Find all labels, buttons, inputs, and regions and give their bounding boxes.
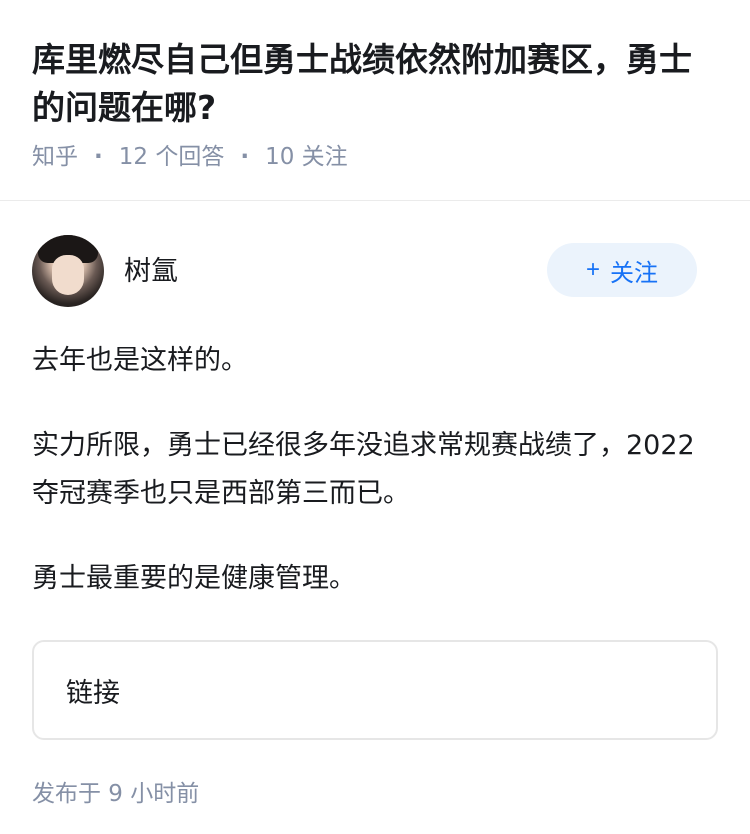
published-time: 发布于 9 小时前 [32, 781, 200, 807]
follow-label: 关注 [610, 259, 658, 287]
answers-count[interactable]: 12 个回答 [119, 141, 225, 173]
avatar-face [52, 255, 84, 295]
answer-paragraph: 勇士最重要的是健康管理。 [32, 563, 356, 594]
question-header: 库里燃尽自己但勇士战绩依然附加赛区，勇士的问题在哪? 知乎 · 12 个回答 ·… [0, 0, 750, 173]
followers-count: 10 关注 [265, 144, 348, 170]
avatar[interactable] [32, 235, 104, 307]
question-title[interactable]: 库里燃尽自己但勇士战绩依然附加赛区，勇士的问题在哪? [32, 36, 718, 132]
author-row: 树氲 + 关注 [0, 201, 750, 307]
author-name[interactable]: 树氲 [124, 249, 178, 288]
follow-button[interactable]: + 关注 [547, 243, 697, 297]
meta-separator: · [94, 144, 103, 170]
answer-paragraph: 去年也是这样的。 [32, 345, 248, 376]
meta-separator: · [240, 144, 250, 170]
question-source[interactable]: 知乎 [32, 141, 78, 173]
question-meta: 知乎 · 12 个回答 · 10 关注 [32, 141, 718, 173]
answer-body: 去年也是这样的。 实力所限，勇士已经很多年没追求常规赛战绩了，2022夺冠赛季也… [0, 337, 750, 603]
answer-paragraph: 实力所限，勇士已经很多年没追求常规赛战绩了，2022夺冠赛季也只是西部第三而已。 [32, 430, 695, 509]
link-card[interactable]: 链接 [32, 640, 718, 740]
link-card-label: 链接 [66, 677, 120, 709]
plus-icon: + [585, 256, 600, 283]
